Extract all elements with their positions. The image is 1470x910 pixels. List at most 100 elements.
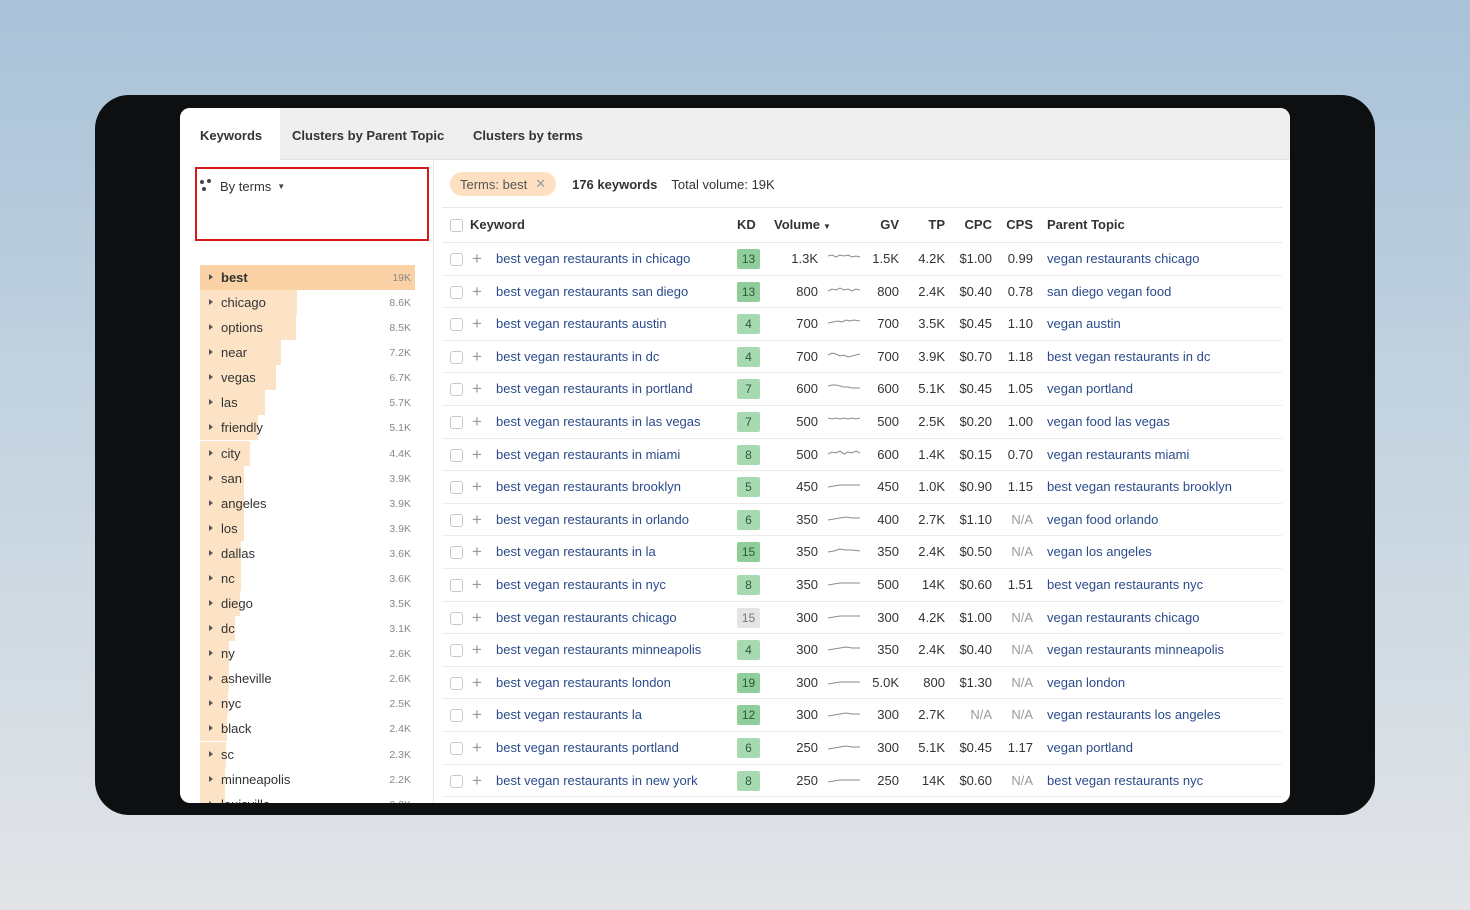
- add-to-list-icon[interactable]: +: [472, 569, 482, 601]
- add-to-list-icon[interactable]: +: [472, 243, 482, 275]
- expand-arrow-icon[interactable]: [209, 499, 213, 506]
- expand-arrow-icon[interactable]: [209, 574, 213, 581]
- table-row[interactable]: + best vegan restaurants london 19 300 5.0K 8…: [442, 667, 1282, 700]
- parent-topic-link[interactable]: vegan portland: [1047, 732, 1133, 764]
- table-row[interactable]: + best vegan restaurants in chicago 13 1.3K…: [442, 243, 1282, 276]
- add-to-list-icon[interactable]: +: [472, 765, 482, 797]
- add-to-list-icon[interactable]: +: [472, 308, 482, 340]
- add-to-list-icon[interactable]: +: [472, 732, 482, 764]
- add-to-list-icon[interactable]: +: [472, 471, 482, 503]
- expand-arrow-icon[interactable]: [209, 349, 213, 356]
- keyword-link[interactable]: best vegan restaurants in las vegas: [496, 406, 701, 438]
- parent-topic-link[interactable]: vegan austin: [1047, 308, 1121, 340]
- term-row[interactable]: nyc 2.5K: [200, 691, 415, 717]
- col-parent-topic[interactable]: Parent Topic: [1047, 208, 1125, 241]
- expand-arrow-icon[interactable]: [209, 700, 213, 707]
- keyword-link[interactable]: best vegan restaurants in portland: [496, 373, 693, 405]
- table-row[interactable]: + best vegan restaurants in dc 4 700 700 3.9K…: [442, 341, 1282, 374]
- add-to-list-icon[interactable]: +: [472, 406, 482, 438]
- table-row[interactable]: + best vegan restaurants in new york 8 250 2…: [442, 765, 1282, 798]
- table-row[interactable]: + best vegan restaurants austin 4 700 700 3.5…: [442, 308, 1282, 341]
- table-row[interactable]: + best vegan restaurants chicago 15 300 300 4…: [442, 602, 1282, 635]
- parent-topic-link[interactable]: vegan restaurants miami: [1047, 439, 1189, 471]
- term-row[interactable]: los 3.9K: [200, 515, 415, 541]
- term-row[interactable]: las 5.7K: [200, 390, 415, 416]
- parent-topic-link[interactable]: vegan restaurants minneapolis: [1047, 634, 1224, 666]
- expand-arrow-icon[interactable]: [209, 650, 213, 657]
- tab-clusters-by-parent-topic[interactable]: Clusters by Parent Topic: [292, 108, 444, 160]
- expand-arrow-icon[interactable]: [209, 800, 213, 803]
- col-tp[interactable]: TP: [912, 208, 945, 241]
- term-row[interactable]: friendly 5.1K: [200, 415, 415, 441]
- keyword-link[interactable]: best vegan restaurants minneapolis: [496, 634, 701, 666]
- parent-topic-link[interactable]: vegan restaurants chicago: [1047, 602, 1199, 634]
- row-checkbox[interactable]: [450, 774, 463, 788]
- term-row[interactable]: chicago 8.6K: [200, 290, 415, 316]
- add-to-list-icon[interactable]: +: [472, 276, 482, 308]
- row-checkbox[interactable]: [450, 318, 463, 332]
- row-checkbox[interactable]: [450, 448, 463, 462]
- add-to-list-icon[interactable]: +: [472, 373, 482, 405]
- term-row[interactable]: louisville 2.2K: [200, 791, 415, 803]
- row-checkbox[interactable]: [450, 253, 463, 266]
- row-checkbox[interactable]: [450, 644, 463, 658]
- table-row[interactable]: + best vegan restaurants minneapolis 4 300 3…: [442, 634, 1282, 667]
- expand-arrow-icon[interactable]: [209, 274, 213, 280]
- parent-topic-link[interactable]: best vegan restaurants brooklyn: [1047, 471, 1232, 503]
- term-row[interactable]: angeles 3.9K: [200, 490, 415, 516]
- add-to-list-icon[interactable]: +: [472, 341, 482, 373]
- row-checkbox[interactable]: [450, 676, 463, 690]
- add-to-list-icon[interactable]: +: [472, 439, 482, 471]
- tab-keywords[interactable]: Keywords: [180, 108, 281, 160]
- keyword-link[interactable]: best vegan restaurants in orlando: [496, 504, 689, 536]
- keyword-link[interactable]: best vegan restaurants in nyc: [496, 569, 666, 601]
- term-row[interactable]: san 3.9K: [200, 465, 415, 491]
- parent-topic-link[interactable]: vegan restaurants chicago: [1047, 243, 1199, 275]
- add-to-list-icon[interactable]: +: [472, 667, 482, 699]
- filter-chip[interactable]: Terms: best ✕: [450, 172, 557, 196]
- tab-clusters-by-terms[interactable]: Clusters by terms: [473, 108, 583, 160]
- parent-topic-link[interactable]: best vegan restaurants nyc: [1047, 569, 1203, 601]
- row-checkbox[interactable]: [450, 709, 463, 723]
- row-checkbox[interactable]: [450, 611, 463, 625]
- term-row[interactable]: asheville 2.6K: [200, 666, 415, 692]
- keyword-link[interactable]: best vegan restaurants in chicago: [496, 243, 690, 275]
- row-checkbox[interactable]: [450, 285, 463, 299]
- parent-topic-link[interactable]: best vegan restaurants in dc: [1047, 341, 1210, 373]
- col-kd[interactable]: KD: [737, 208, 756, 241]
- expand-arrow-icon[interactable]: [209, 424, 213, 431]
- col-gv[interactable]: GV: [862, 208, 899, 241]
- row-checkbox[interactable]: [450, 383, 463, 397]
- parent-topic-link[interactable]: vegan london: [1047, 667, 1125, 699]
- keyword-link[interactable]: best vegan restaurants la: [496, 699, 642, 731]
- table-row[interactable]: + best vegan restaurants in la 15 350 350 2.4…: [442, 536, 1282, 569]
- keyword-link[interactable]: best vegan restaurants in new york: [496, 765, 698, 797]
- expand-arrow-icon[interactable]: [209, 524, 213, 531]
- col-cpc[interactable]: CPC: [952, 208, 992, 241]
- row-checkbox[interactable]: [450, 546, 463, 560]
- term-row[interactable]: city 4.4K: [200, 440, 415, 466]
- col-keyword[interactable]: Keyword: [470, 208, 525, 241]
- close-icon[interactable]: ✕: [535, 176, 546, 192]
- keyword-link[interactable]: best vegan restaurants in miami: [496, 439, 680, 471]
- expand-arrow-icon[interactable]: [209, 750, 213, 757]
- expand-arrow-icon[interactable]: [209, 374, 213, 381]
- expand-arrow-icon[interactable]: [209, 299, 213, 306]
- add-to-list-icon[interactable]: +: [472, 634, 482, 666]
- expand-arrow-icon[interactable]: [209, 449, 213, 456]
- row-checkbox[interactable]: [450, 513, 463, 527]
- parent-topic-link[interactable]: best vegan restaurants nyc: [1047, 765, 1203, 797]
- expand-arrow-icon[interactable]: [209, 474, 213, 481]
- table-row[interactable]: + best vegan restaurants in orlando 6 350 40…: [442, 504, 1282, 537]
- table-row[interactable]: + best vegan restaurants portland 6 250 300 5…: [442, 732, 1282, 765]
- expand-arrow-icon[interactable]: [209, 625, 213, 632]
- row-checkbox[interactable]: [450, 741, 463, 755]
- keyword-link[interactable]: best vegan restaurants brooklyn: [496, 471, 681, 503]
- table-row[interactable]: + best vegan restaurants in miami 8 500 600 1…: [442, 439, 1282, 472]
- row-checkbox[interactable]: [450, 415, 463, 429]
- term-row[interactable]: ny 2.6K: [200, 641, 415, 667]
- table-row[interactable]: + best vegan restaurants in portland 7 600 6…: [442, 373, 1282, 406]
- term-row[interactable]: nc 3.6K: [200, 565, 415, 591]
- table-row[interactable]: + best vegan restaurants la 12 300 300 2.7K N/…: [442, 699, 1282, 732]
- keyword-link[interactable]: best vegan restaurants san diego: [496, 276, 688, 308]
